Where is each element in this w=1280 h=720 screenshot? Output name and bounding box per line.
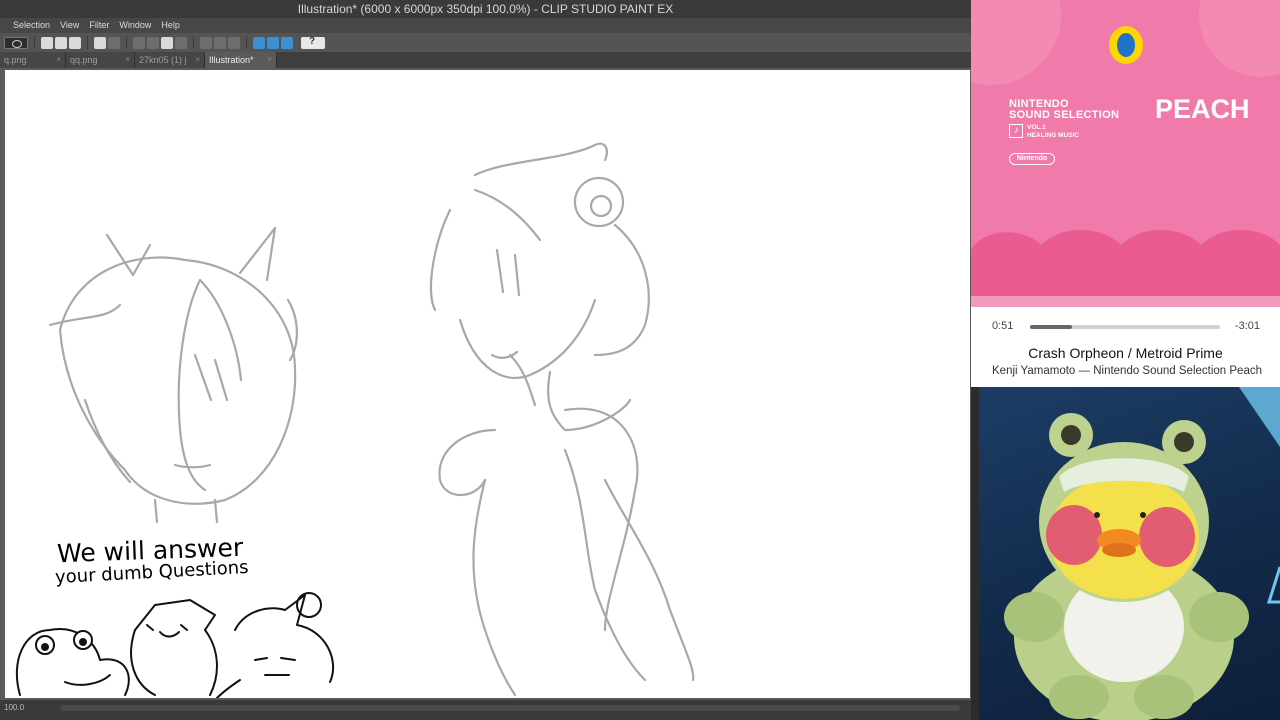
toolbar-divider — [126, 36, 127, 49]
clip-studio-icon[interactable] — [4, 36, 28, 49]
close-icon[interactable]: × — [267, 52, 272, 68]
fill-icon[interactable] — [161, 36, 173, 49]
toolbar-divider — [34, 36, 35, 49]
help-icon[interactable] — [301, 36, 325, 49]
close-icon[interactable]: × — [56, 52, 61, 68]
invert-selection-icon[interactable] — [214, 36, 226, 49]
track-title: Crash Orpheon / Metroid Prime — [1028, 345, 1223, 361]
menu-item-filter[interactable]: Filter — [89, 18, 109, 33]
clear-outside-icon[interactable] — [147, 36, 159, 49]
tab-qq-png[interactable]: qq.png × — [66, 52, 135, 68]
album-subtitle-line1: VOL.1 — [1027, 124, 1046, 131]
menu-item-selection[interactable]: Selection — [13, 18, 50, 33]
album-name: PEACH — [1155, 94, 1250, 124]
close-icon[interactable]: × — [195, 52, 200, 68]
toolbar-divider — [193, 36, 194, 49]
time-remaining: -3:01 — [1234, 320, 1260, 332]
undo-icon[interactable] — [94, 36, 106, 49]
album-title: NINTENDO SOUND SELECTION — [1009, 99, 1119, 121]
player-controls: 0:51 -3:01 Crash Orpheon / Metroid Prime… — [971, 307, 1280, 387]
drawing-canvas[interactable]: We will answer your dumb Questions — [5, 70, 970, 698]
nintendo-logo: Nintendo — [1009, 153, 1055, 165]
menu-item-window[interactable]: Window — [119, 18, 151, 33]
toolbar-divider — [246, 36, 247, 49]
transform-icon[interactable] — [175, 36, 187, 49]
snap-ruler-icon[interactable] — [253, 36, 265, 49]
clip-studio-window: Illustration* (6000 x 6000px 350dpi 100.… — [0, 0, 971, 720]
menu-bar: Selection View Filter Window Help — [0, 18, 971, 33]
tab-27kn05[interactable]: 27kn05 (1) j × — [135, 52, 205, 68]
show-selection-icon[interactable] — [228, 36, 240, 49]
album-art: NINTENDO SOUND SELECTION ♪ VOL.1 HEALING… — [971, 0, 1280, 307]
music-note-icon: ♪ — [1009, 124, 1023, 138]
toolbar-divider — [87, 36, 88, 49]
snap-special-ruler-icon[interactable] — [267, 36, 279, 49]
menu-item-view[interactable]: View — [60, 18, 79, 33]
tab-label: q.png — [4, 55, 27, 65]
command-bar — [0, 33, 971, 52]
progress-bar[interactable] — [1030, 325, 1220, 329]
tab-label: qq.png — [70, 55, 98, 65]
new-file-icon[interactable] — [41, 36, 53, 49]
tab-q-png[interactable]: q.png × — [0, 52, 66, 68]
tab-illustration[interactable]: Illustration* × — [205, 52, 277, 68]
plush-duck-image — [1004, 387, 1280, 720]
sketch-drawing — [15, 142, 695, 698]
now-playing-widget: NINTENDO SOUND SELECTION ♪ VOL.1 HEALING… — [971, 0, 1280, 387]
canvas-area: We will answer your dumb Questions — [0, 68, 971, 700]
close-icon[interactable]: × — [125, 52, 130, 68]
album-title-line2: SOUND SELECTION — [1009, 109, 1120, 121]
album-subtitle-line2: HEALING MUSIC — [1027, 132, 1079, 139]
menu-item-help[interactable]: Help — [161, 18, 180, 33]
progress-fill — [1030, 325, 1072, 329]
status-bar: 100.0 — [0, 700, 971, 720]
tab-label: 27kn05 (1) j — [139, 55, 187, 65]
track-artist: Kenji Yamamoto — Nintendo Sound Selectio… — [992, 365, 1262, 377]
document-tabs: q.png × qq.png × 27kn05 (1) j × Illustratio… — [0, 52, 971, 68]
save-icon[interactable] — [69, 36, 81, 49]
window-title: Illustration* (6000 x 6000px 350dpi 100.… — [0, 0, 971, 18]
open-file-icon[interactable] — [55, 36, 67, 49]
zoom-level[interactable]: 100.0 — [4, 703, 24, 712]
webcam-feed — [979, 387, 1280, 720]
snap-grid-icon[interactable] — [281, 36, 293, 49]
horizontal-scrollbar[interactable] — [60, 705, 960, 711]
tab-label: Illustration* — [209, 55, 254, 65]
deselect-icon[interactable] — [200, 36, 212, 49]
redo-icon[interactable] — [108, 36, 120, 49]
clear-icon[interactable] — [133, 36, 145, 49]
album-subtitle: VOL.1 HEALING MUSIC — [1027, 124, 1079, 140]
time-elapsed: 0:51 — [992, 320, 1014, 332]
